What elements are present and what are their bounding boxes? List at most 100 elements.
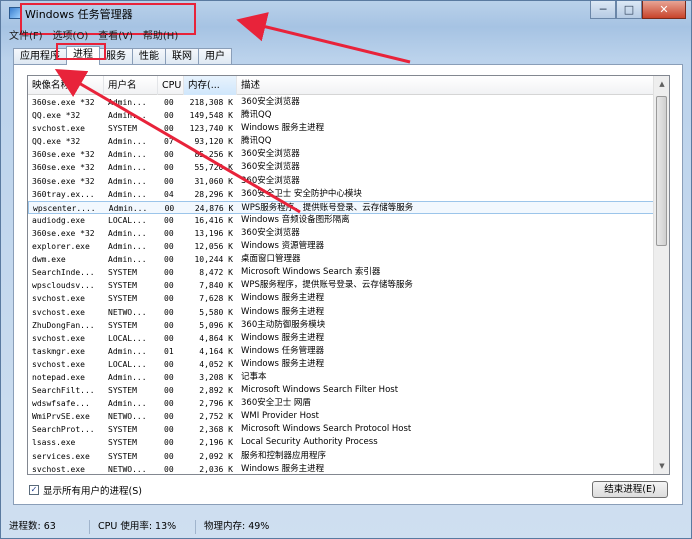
column-image-name[interactable]: 映像名称	[28, 76, 104, 95]
cell-description: Windows 任务管理器	[241, 345, 325, 356]
cell-cpu: 00	[164, 359, 174, 369]
table-row[interactable]: 360se.exe *32 Admin... 00 85,256 K 360安全浏览器	[28, 148, 654, 161]
cell-image-name: taskmgr.exe	[32, 346, 85, 356]
cell-image-name: services.exe	[32, 451, 90, 461]
table-row[interactable]: ZhuDongFan... SYSTEM 00 5,096 K 360主动防御服务模块	[28, 319, 654, 332]
table-row[interactable]: explorer.exe Admin... 00 12,056 K Windows 资源…	[28, 240, 654, 253]
scroll-up-icon[interactable]: ▲	[654, 76, 669, 92]
cell-user-name: Admin...	[108, 98, 147, 107]
cell-cpu: 00	[164, 294, 174, 304]
cell-memory: 149,548 K	[189, 111, 233, 121]
list-body: 360se.exe *32 Admin... 00 218,308 K 360安全浏览器…	[28, 96, 654, 474]
table-row[interactable]: wpscloudsv... SYSTEM 00 7,840 K WPS服务程序，提供账号…	[28, 279, 654, 292]
column-description[interactable]: 描述	[237, 76, 654, 95]
cell-memory: 123,740 K	[189, 124, 233, 134]
cell-memory: 7,628 K	[199, 294, 233, 304]
cell-description: 360主动防御服务模块	[241, 319, 326, 330]
close-button[interactable]: ✕	[642, 1, 686, 19]
table-row[interactable]: 360se.exe *32 Admin... 00 218,308 K 360安全浏览器	[28, 96, 654, 109]
cell-user-name: LOCAL...	[108, 333, 147, 343]
menu-options[interactable]: 选项(O)	[53, 27, 89, 42]
cell-cpu: 00	[164, 98, 174, 107]
process-list[interactable]: 映像名称 用户名 CPU 内存(... 描述 360se.exe *32 Admi…	[27, 75, 670, 475]
show-all-users-checkbox[interactable]: ✓	[29, 485, 39, 495]
cell-memory: 2,092 K	[199, 451, 233, 461]
cell-memory: 2,892 K	[199, 386, 233, 396]
column-cpu[interactable]: CPU	[158, 76, 184, 95]
cell-description: Windows 服务主进程	[241, 463, 325, 474]
cell-user-name: SYSTEM	[108, 294, 137, 304]
cell-description: Windows 服务主进程	[241, 123, 325, 134]
table-row[interactable]: notepad.exe Admin... 00 3,208 K 记事本	[28, 371, 654, 384]
cell-image-name: QQ.exe *32	[32, 111, 81, 121]
table-row[interactable]: wdswfsafe... Admin... 00 2,796 K 360安全卫士 网盾	[28, 397, 654, 410]
cell-user-name: Admin...	[108, 189, 147, 199]
tab-annotation-box	[56, 43, 106, 60]
table-row[interactable]: taskmgr.exe Admin... 01 4,164 K Windows 任务管理…	[28, 345, 654, 358]
table-row[interactable]: svchost.exe LOCAL... 00 4,052 K Windows 服务主进…	[28, 358, 654, 371]
cell-cpu: 00	[164, 438, 174, 448]
cell-cpu: 00	[164, 451, 174, 461]
cell-memory: 4,864 K	[199, 333, 233, 343]
table-row[interactable]: 360tray.ex... Admin... 04 28,296 K 360安全卫士 安…	[28, 188, 654, 201]
cell-user-name: Admin...	[108, 163, 147, 173]
cell-image-name: svchost.exe	[32, 294, 85, 304]
table-row[interactable]: svchost.exe NETWO... 00 2,036 K Windows 服务主进…	[28, 463, 654, 474]
table-row[interactable]: svchost.exe NETWO... 00 5,580 K Windows 服务主进…	[28, 306, 654, 319]
minimize-button[interactable]: ─	[590, 1, 616, 19]
table-row[interactable]: svchost.exe LOCAL... 00 4,864 K Windows 服务主进…	[28, 332, 654, 345]
scroll-thumb[interactable]	[656, 96, 667, 246]
table-row[interactable]: lsass.exe SYSTEM 00 2,196 K Local Security A…	[28, 436, 654, 449]
tab-networking[interactable]: 联网	[165, 48, 199, 65]
table-row[interactable]: svchost.exe SYSTEM 00 7,628 K Windows 服务主进程	[28, 292, 654, 305]
table-row[interactable]: dwm.exe Admin... 00 10,244 K 桌面窗口管理器	[28, 253, 654, 266]
menu-file[interactable]: 文件(F)	[9, 27, 43, 42]
window-controls: ─ □ ✕	[590, 1, 686, 20]
cell-description: Windows 资源管理器	[241, 241, 325, 252]
cell-user-name: NETWO...	[108, 412, 147, 422]
cell-memory: 8,472 K	[199, 268, 233, 278]
menu-view[interactable]: 查看(V)	[98, 27, 133, 42]
end-process-button[interactable]: 结束进程(E)	[592, 481, 668, 498]
cell-memory: 3,208 K	[199, 372, 233, 382]
cell-cpu: 00	[164, 464, 174, 474]
cell-description: Microsoft Windows Search 索引器	[241, 267, 381, 278]
table-row[interactable]: SearchProt... SYSTEM 00 2,368 K Microsoft Wi…	[28, 423, 654, 436]
table-row[interactable]: 360se.exe *32 Admin... 00 55,720 K 360安全浏览器	[28, 161, 654, 174]
table-row[interactable]: wpscenter.... Admin... 00 24,876 K WPS服务程序，提…	[28, 200, 654, 214]
cell-cpu: 00	[164, 425, 174, 435]
cell-image-name: wpscenter....	[33, 203, 96, 213]
cell-image-name: SearchFilt...	[32, 386, 95, 396]
table-row[interactable]: WmiPrvSE.exe NETWO... 00 2,752 K WMI Provide…	[28, 410, 654, 423]
cell-user-name: Admin...	[108, 203, 148, 213]
cell-description: 360安全浏览器	[241, 97, 300, 107]
tab-performance[interactable]: 性能	[132, 48, 166, 65]
column-memory[interactable]: 内存(...	[184, 76, 237, 95]
scroll-down-icon[interactable]: ▼	[654, 458, 669, 474]
cell-user-name: LOCAL...	[108, 359, 147, 369]
cell-user-name: SYSTEM	[108, 268, 137, 278]
menu-help[interactable]: 帮助(H)	[143, 27, 178, 42]
status-bar: 进程数: 63 CPU 使用率: 13% 物理内存: 49%	[1, 515, 691, 539]
table-row[interactable]: SearchFilt... SYSTEM 00 2,892 K Microsoft Wi…	[28, 384, 654, 397]
cell-image-name: lsass.exe	[32, 438, 76, 448]
table-row[interactable]: svchost.exe SYSTEM 00 123,740 K Windows 服务主进…	[28, 122, 654, 135]
cell-description: Microsoft Windows Search Protocol Host	[241, 424, 412, 435]
tab-users[interactable]: 用户	[198, 48, 232, 65]
tab-strip: 应用程序 进程 服务 性能 联网 用户	[13, 46, 232, 65]
cell-description: 服务和控制器应用程序	[241, 450, 327, 461]
cell-cpu: 00	[164, 242, 174, 252]
table-row[interactable]: QQ.exe *32 Admin... 00 149,548 K 腾讯QQ	[28, 109, 654, 122]
table-row[interactable]: 360se.exe *32 Admin... 00 31,060 K 360安全浏览器	[28, 175, 654, 188]
table-row[interactable]: services.exe SYSTEM 00 2,092 K 服务和控制器应用程序	[28, 450, 654, 463]
maximize-button[interactable]: □	[616, 1, 642, 19]
table-row[interactable]: QQ.exe *32 Admin... 07 93,120 K 腾讯QQ	[28, 135, 654, 148]
table-row[interactable]: audiodg.exe LOCAL... 00 16,416 K Windows 音频设…	[28, 214, 654, 227]
table-row[interactable]: SearchInde... SYSTEM 00 8,472 K Microsoft Wi…	[28, 266, 654, 279]
column-user-name[interactable]: 用户名	[104, 76, 158, 95]
vertical-scrollbar[interactable]: ▲ ▼	[653, 76, 669, 474]
show-all-users-option[interactable]: ✓ 显示所有用户的进程(S)	[29, 483, 142, 497]
table-row[interactable]: 360se.exe *32 Admin... 00 13,196 K 360安全浏览器	[28, 227, 654, 240]
cell-description: 360安全浏览器	[241, 162, 300, 173]
cell-user-name: SYSTEM	[108, 386, 137, 396]
